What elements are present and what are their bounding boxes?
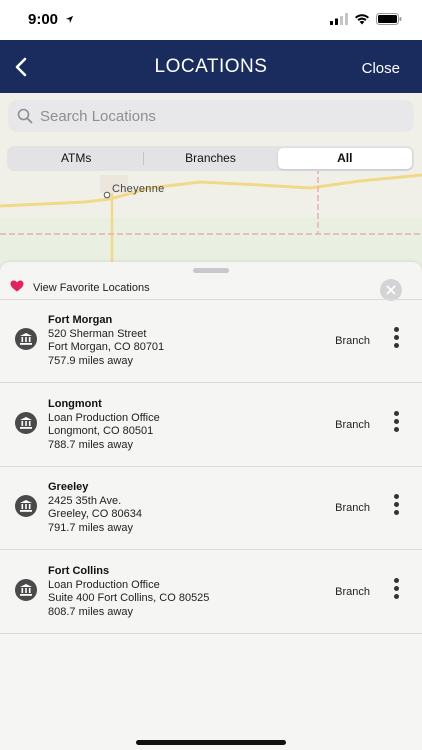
- close-icon: [386, 285, 396, 295]
- cellular-signal-icon: [330, 13, 348, 25]
- more-options-icon[interactable]: [391, 411, 401, 433]
- favorites-row[interactable]: View Favorite Locations: [0, 270, 422, 301]
- location-address-line1: Loan Production Office: [48, 579, 160, 591]
- location-row[interactable]: Fort Morgan 520 Sherman Street Fort Morg…: [0, 299, 422, 382]
- search-input[interactable]: [40, 103, 400, 129]
- battery-icon: [376, 13, 402, 25]
- location-arrow-icon: [66, 15, 74, 24]
- location-address-line1: 2425 35th Ave.: [48, 495, 122, 507]
- status-time-text: 9:00: [28, 11, 59, 28]
- status-time: 9:00: [28, 11, 74, 28]
- location-type: Branch: [335, 419, 370, 431]
- status-icons: [330, 13, 402, 25]
- nav-notch-fill: [20, 40, 402, 50]
- home-indicator[interactable]: [136, 740, 286, 745]
- bank-icon: [15, 328, 37, 350]
- nav-bar: LOCATIONS Close: [0, 40, 422, 93]
- location-address-line2: Suite 400 Fort Collins, CO 80525: [48, 592, 210, 604]
- location-name: Fort Morgan: [48, 314, 113, 326]
- filter-atms[interactable]: ATMs: [9, 148, 143, 169]
- filter-branches[interactable]: Branches: [143, 148, 277, 169]
- heart-icon: [10, 280, 24, 292]
- location-type-filter: ATMs Branches All: [7, 146, 414, 171]
- location-address-line2: Greeley, CO 80634: [48, 508, 142, 520]
- map-city-label: Cheyenne: [112, 183, 165, 195]
- location-name: Greeley: [48, 481, 89, 493]
- bank-icon: [15, 579, 37, 601]
- bank-icon: [15, 495, 37, 517]
- location-row[interactable]: Longmont Loan Production Office Longmont…: [0, 383, 422, 466]
- location-row[interactable]: Greeley 2425 35th Ave. Greeley, CO 80634…: [0, 466, 422, 549]
- filter-all[interactable]: All: [277, 148, 412, 169]
- location-name: Fort Collins: [48, 565, 110, 577]
- more-options-icon[interactable]: [391, 494, 401, 516]
- location-address-line2: Longmont, CO 80501: [48, 425, 154, 437]
- location-type: Branch: [335, 586, 370, 598]
- wifi-icon: [355, 14, 369, 25]
- location-row[interactable]: Fort Collins Loan Production Office Suit…: [0, 550, 422, 633]
- location-address-line1: Loan Production Office: [48, 412, 160, 424]
- location-name: Longmont: [48, 398, 102, 410]
- page-title: LOCATIONS: [154, 56, 268, 77]
- location-distance: 788.7 miles away: [48, 439, 133, 451]
- bank-icon: [15, 412, 37, 434]
- locations-sheet: View Favorite Locations Fort Morgan 520 …: [0, 262, 422, 750]
- location-address-line1: 520 Sherman Street: [48, 328, 147, 340]
- more-options-icon[interactable]: [391, 327, 401, 349]
- location-type: Branch: [335, 502, 370, 514]
- divider: [0, 633, 422, 634]
- location-distance: 791.7 miles away: [48, 522, 133, 534]
- close-button[interactable]: Close: [362, 60, 400, 77]
- more-options-icon[interactable]: [391, 578, 401, 600]
- favorites-close-button[interactable]: [380, 279, 402, 301]
- search-box[interactable]: [8, 100, 414, 132]
- location-distance: 808.7 miles away: [48, 606, 133, 618]
- status-bar: 9:00: [0, 0, 422, 40]
- location-address-line2: Fort Morgan, CO 80701: [48, 341, 165, 353]
- favorites-label: View Favorite Locations: [33, 282, 150, 294]
- search-icon: [17, 108, 33, 124]
- location-type: Branch: [335, 335, 370, 347]
- location-distance: 757.9 miles away: [48, 355, 133, 367]
